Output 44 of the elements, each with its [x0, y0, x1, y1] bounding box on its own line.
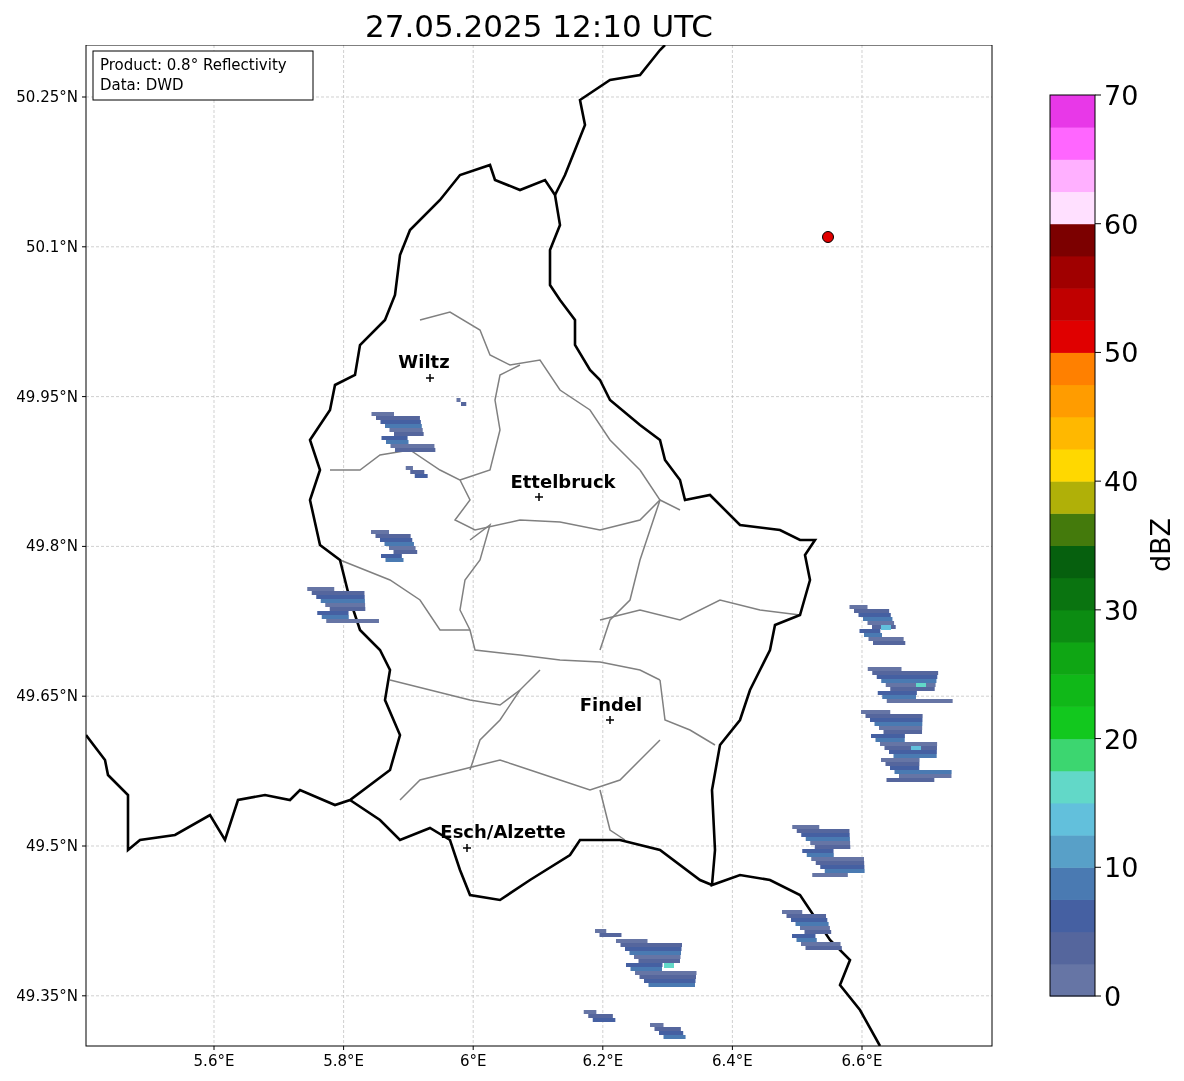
info-text: Data: DWD: [100, 76, 184, 94]
city-marker-icon: [605, 715, 615, 725]
city-label: Wiltz: [398, 351, 450, 372]
colorbar-tick-label: 0: [1104, 981, 1122, 1012]
latitude-label: 50.25°N: [16, 88, 78, 106]
colorbar-tick-label: 40: [1104, 466, 1139, 498]
radar-echo: [583, 1010, 616, 1022]
longitude-label: 6.6°E: [841, 1052, 883, 1070]
city-marker-icon: [425, 373, 435, 383]
colorbar-tick-label: 10: [1104, 852, 1139, 884]
colorbar-tick-label: 70: [1104, 80, 1139, 111]
radar-echo: [371, 412, 436, 452]
radar-echo: [456, 398, 467, 406]
city-marker-icon: [462, 843, 472, 853]
colorbar-tick-label: 30: [1104, 594, 1139, 626]
chart-title: 27.05.2025 12:10 UTC: [364, 7, 714, 45]
radar-echo: [307, 587, 379, 623]
latitude-label: 50.1°N: [25, 237, 78, 256]
colorbar-tick-label: 20: [1104, 723, 1139, 755]
city-label: Ettelbruck: [510, 471, 616, 492]
colorbar-title: dBZ: [1145, 517, 1176, 573]
latitude-label: 49.95°N: [16, 387, 78, 406]
longitude-label: 5.6°E: [193, 1052, 235, 1070]
longitude-label: 6°E: [459, 1052, 487, 1070]
colorbar-tick-label: 60: [1104, 208, 1139, 240]
city-marker-icon: [534, 492, 544, 502]
latitude-label: 49.65°N: [16, 687, 78, 706]
radar-echo: [371, 530, 418, 562]
city-label: Findel: [579, 694, 643, 715]
radar-echo: [650, 1023, 686, 1039]
info-text: Product: 0.8° Reflectivity: [100, 56, 287, 74]
longitude-label: 6.2°E: [582, 1052, 624, 1070]
city-label: Esch/Alzette: [440, 821, 566, 842]
latitude-label: 49.8°N: [25, 537, 78, 556]
longitude-label: 5.8°E: [323, 1052, 364, 1070]
radar-site-marker: [822, 231, 834, 243]
latitude-label: 49.35°N: [16, 986, 78, 1005]
longitude-label: 6.4°E: [712, 1052, 753, 1070]
radar-echo: [595, 929, 622, 937]
radar-echo: [782, 910, 842, 950]
radar-echo: [849, 605, 906, 645]
radar-echo: [405, 466, 428, 478]
colorbar-tick-label: 50: [1104, 337, 1139, 369]
latitude-label: 49.5°N: [25, 837, 78, 855]
